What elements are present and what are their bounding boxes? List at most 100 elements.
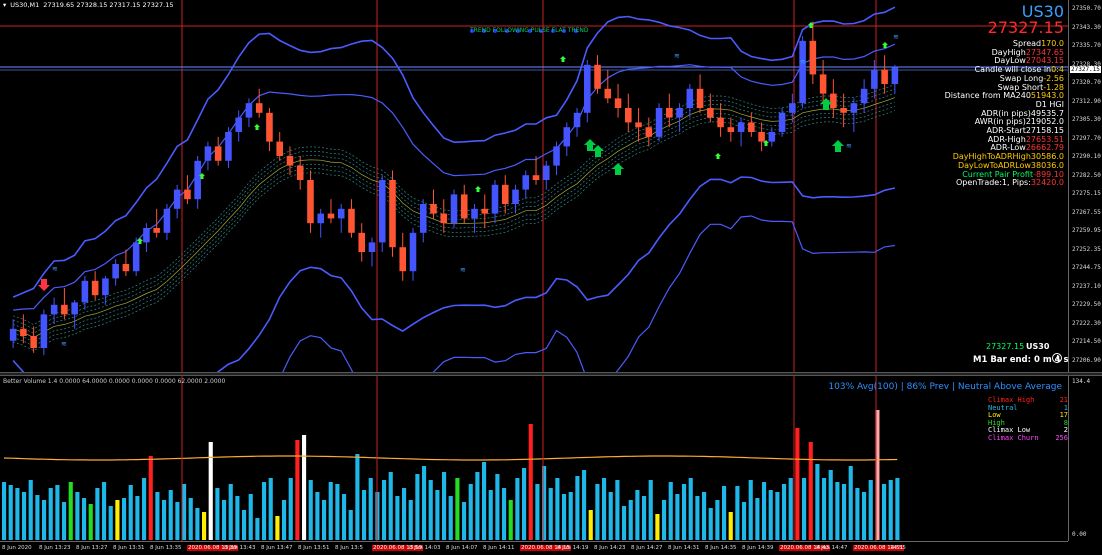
volume-bar: [715, 500, 720, 540]
volume-bar: [255, 518, 260, 540]
price-tick: 27237.10: [1072, 282, 1101, 290]
info-value: 49535.7: [1030, 108, 1064, 118]
volume-bar: [828, 470, 833, 540]
buy-arrow-icon: [715, 153, 721, 159]
buy-arrow-icon: [592, 145, 604, 157]
volume-bar: [702, 492, 707, 540]
candle-body: [891, 67, 899, 84]
candle-body: [850, 103, 858, 113]
volume-chart[interactable]: [0, 376, 1068, 541]
volume-bar: [775, 492, 780, 540]
inner-upper-band: [13, 43, 896, 311]
candle-body: [112, 264, 119, 279]
wave-marker-icon: ≋: [800, 58, 806, 66]
price-tick: 27229.50: [1072, 301, 1101, 308]
candle-body: [553, 146, 560, 166]
candle-body: [184, 189, 191, 200]
candle-body: [245, 103, 253, 118]
volume-bar: [795, 428, 800, 540]
time-label: 8 Jun 14:19: [557, 545, 589, 551]
price-tick: 27206.90: [1072, 356, 1101, 364]
candle-body: [419, 204, 427, 233]
candle-body: [635, 122, 642, 128]
candle-body: [337, 208, 345, 219]
upper-band: [12, 6, 896, 298]
volume-bar: [615, 480, 620, 540]
volume-axis-max: 134.4: [1072, 378, 1091, 385]
info-label: Current Pair Profit: [962, 169, 1034, 179]
volume-bar: [68, 482, 73, 540]
volume-bar: [362, 490, 367, 540]
current-price-tag: 27327.15: [1070, 66, 1101, 73]
price-chart[interactable]: ≋ ≋ ≋ ≋ ≋ ≋ ≋: [0, 0, 1068, 372]
volume-bar: [575, 476, 580, 540]
price-tick: 27320.70: [1072, 79, 1101, 86]
volume-bar: [895, 478, 900, 540]
volume-bar: [588, 510, 593, 540]
candle-body: [255, 103, 263, 113]
volume-bar: [422, 466, 427, 540]
volume-bar: [335, 484, 340, 540]
collapse-icon[interactable]: ▾: [3, 1, 6, 9]
candle-body: [399, 247, 407, 272]
info-value: 38036.0: [1030, 160, 1064, 170]
volume-bar: [82, 498, 87, 540]
volume-bar: [315, 492, 320, 540]
info-label: DayLow: [994, 56, 1026, 66]
candle-body: [378, 180, 386, 243]
candle-body: [61, 304, 68, 315]
legend-count: 256: [1055, 433, 1068, 442]
candle-body: [327, 213, 335, 219]
volume-bar: [328, 482, 333, 540]
volume-bar: [675, 494, 680, 540]
candle-body: [71, 302, 78, 315]
volume-average-line: [3, 455, 898, 461]
chart-header: ▾ US30,M1 27319.65 27328.15 27317.15 27327…: [3, 1, 178, 9]
candle-body: [132, 242, 140, 272]
volume-bar: [635, 490, 640, 540]
info-label: Swap Short: [997, 82, 1044, 92]
volume-status: 103% Avg(100) | 86% Prev | Neutral Above…: [828, 382, 1062, 392]
volume-bar: [382, 480, 387, 540]
candle-body: [102, 278, 109, 296]
volume-bar: [888, 480, 893, 540]
candle-body: [737, 122, 745, 132]
volume-bar: [822, 478, 827, 540]
volume-bar: [302, 435, 307, 540]
volume-axis[interactable]: 134.4 0.00: [1068, 376, 1102, 541]
volume-bar: [348, 510, 353, 540]
time-axis[interactable]: 8 Jun 2020 8 Jun 13:23 8 Jun 13:27 8 Jun 13…: [0, 541, 1068, 555]
volume-bar: [128, 485, 133, 540]
volume-bar: [402, 488, 407, 540]
price-tick: 27267.55: [1072, 208, 1101, 216]
volume-bar: [728, 512, 733, 540]
volume-bar: [102, 482, 107, 540]
candle-body: [266, 112, 273, 142]
volume-bar: [655, 514, 660, 540]
candle-body: [40, 314, 48, 348]
info-value: -899.10: [1033, 169, 1064, 179]
candle-body: [655, 108, 663, 137]
volume-bar: [242, 510, 247, 540]
candle-body: [481, 208, 489, 214]
volume-bar: [268, 478, 273, 540]
volume-bar: [668, 482, 673, 540]
info-label: Candle will close in: [974, 65, 1052, 75]
candle-body: [778, 112, 786, 132]
time-label: 8 Jun 14:35: [705, 545, 737, 551]
price-axis[interactable]: 27350.70 27343.30 27335.70 27328.30 27320.70…: [1068, 0, 1102, 372]
volume-bar: [662, 500, 667, 540]
volume-pane[interactable]: [0, 376, 1068, 541]
candle-body: [430, 204, 437, 214]
volume-bar: [688, 478, 693, 540]
volume-bar: [62, 502, 67, 540]
info-label: Distance from MA240: [944, 91, 1031, 101]
buy-arrow-icon: [254, 124, 260, 130]
volume-bar: [628, 500, 633, 540]
candle-body: [830, 93, 837, 108]
volume-bar: [388, 472, 393, 540]
volume-bar: [595, 484, 600, 540]
price-chart-pane[interactable]: ≋ ≋ ≋ ≋ ≋ ≋ ≋: [0, 0, 1068, 372]
candle-body: [389, 180, 396, 248]
time-label: 8 Jun 14:11: [483, 545, 515, 551]
